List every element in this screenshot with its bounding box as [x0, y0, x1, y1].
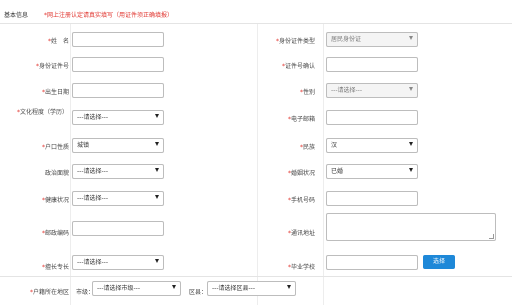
chevron-down-icon	[287, 285, 291, 289]
chevron-down-icon	[409, 168, 413, 172]
hukou-location-label: *户籍所在地区	[29, 289, 69, 296]
nation-select[interactable]: 汉	[326, 138, 418, 153]
column-divider-3	[323, 24, 324, 305]
school-label: *毕业学校	[287, 264, 315, 271]
id-no-label: *身份证件号	[35, 63, 69, 70]
hukou-label: *户口性质	[41, 144, 69, 151]
header-divider	[0, 23, 512, 24]
chevron-down-icon	[155, 142, 159, 146]
email-input[interactable]	[326, 110, 418, 125]
city-select[interactable]: ---请选择市级---	[92, 281, 181, 296]
birth-input[interactable]	[72, 83, 164, 98]
specialty-select[interactable]: ---请选择---	[72, 255, 164, 270]
edu-label: *文化程度（学历）	[16, 109, 68, 116]
chevron-down-icon	[155, 259, 159, 263]
section-title: 基本信息	[4, 12, 29, 19]
column-divider-2	[257, 24, 258, 305]
postcode-input[interactable]	[72, 221, 164, 236]
name-label: *姓 名	[47, 38, 69, 45]
id-confirm-input[interactable]	[326, 57, 418, 72]
birth-label: *出生日期	[41, 89, 69, 96]
required-notice: *网上注册认定请真实填写（用证件须正确填报）	[44, 12, 174, 19]
id-confirm-label: *证件号确认	[281, 63, 315, 70]
marriage-select[interactable]: 已婚	[326, 164, 418, 179]
chevron-down-icon	[155, 114, 159, 118]
health-label: *健康状况	[41, 197, 69, 204]
edu-select[interactable]: ---请选择---	[72, 110, 164, 125]
health-select[interactable]: ---请选择---	[72, 191, 164, 206]
id-type-select[interactable]: 居民身份证	[326, 32, 418, 47]
name-input[interactable]	[72, 32, 164, 47]
email-label: *电子邮箱	[287, 116, 315, 123]
address-label: *通讯地址	[287, 230, 315, 237]
specialty-label: *擅长专长	[41, 264, 69, 271]
district-label: 区县：	[189, 289, 208, 296]
chevron-down-icon	[172, 285, 176, 289]
chevron-down-icon	[409, 142, 413, 146]
chevron-down-icon	[155, 168, 159, 172]
chevron-down-icon	[409, 87, 413, 91]
column-divider-1	[70, 24, 71, 305]
mobile-input[interactable]	[326, 191, 418, 206]
district-select[interactable]: ---请选择区县---	[207, 281, 296, 296]
politics-label: 政治面貌	[44, 170, 69, 177]
hukou-select[interactable]: 城镇	[72, 138, 164, 153]
gender-label: *性别	[299, 89, 315, 96]
row-divider	[0, 276, 512, 277]
marriage-label: *婚姻状况	[287, 170, 315, 177]
choose-school-button[interactable]: 选择	[423, 255, 455, 269]
address-textarea[interactable]	[326, 213, 496, 241]
id-type-label: *身份证件类型	[275, 38, 315, 45]
politics-select[interactable]: ---请选择---	[72, 164, 164, 179]
school-input[interactable]	[326, 255, 418, 270]
id-no-input[interactable]	[72, 57, 164, 72]
nation-label: *民族	[299, 144, 315, 151]
mobile-label: *手机号码	[287, 197, 315, 204]
chevron-down-icon	[155, 195, 159, 199]
chevron-down-icon	[409, 36, 413, 40]
postcode-label: *邮政编码	[41, 230, 69, 237]
resize-handle-icon[interactable]	[489, 234, 494, 239]
gender-select[interactable]: ---请选择---	[326, 83, 418, 98]
